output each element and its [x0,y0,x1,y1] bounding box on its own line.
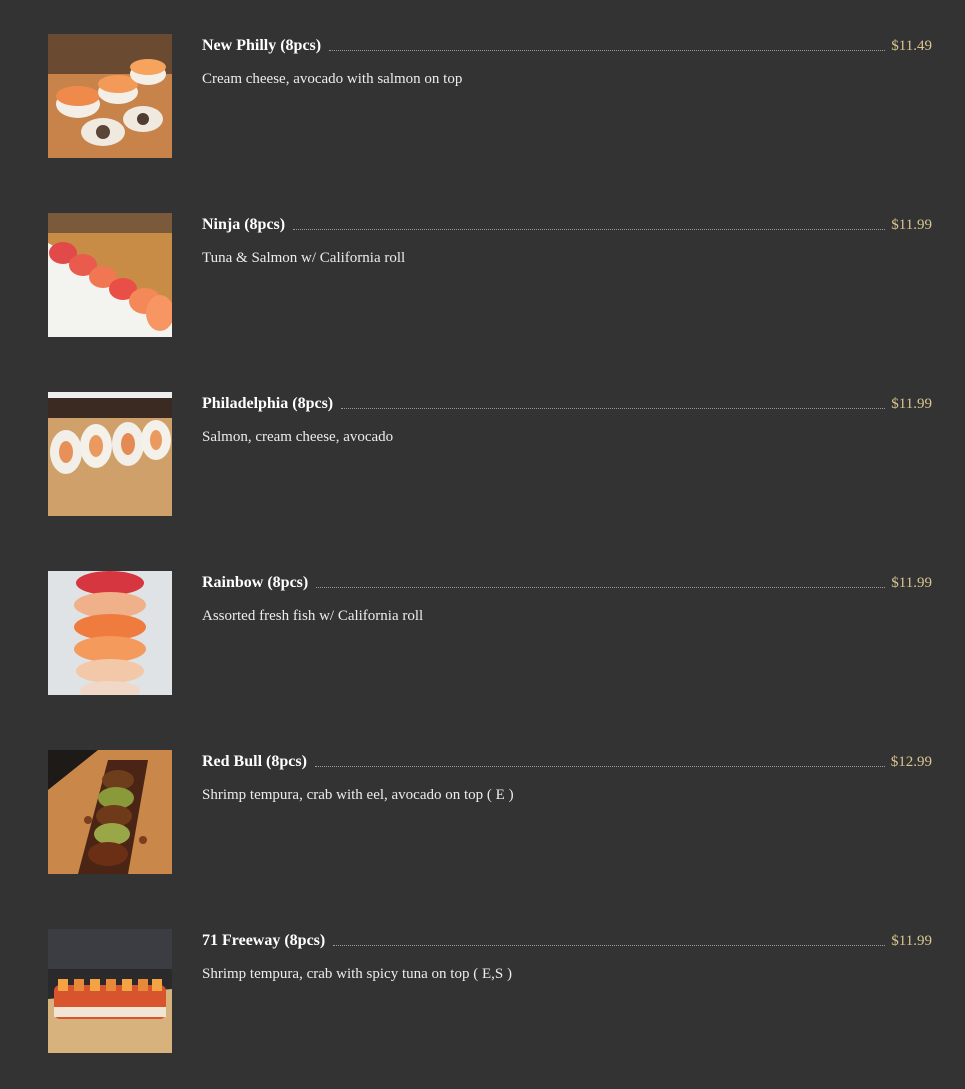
menu-item-title-row: New Philly (8pcs) $11.49 [202,34,932,58]
menu-item[interactable]: Rainbow (8pcs) $11.99 Assorted fresh fis… [48,571,932,695]
menu-item-description: Salmon, cream cheese, avocado [202,429,394,445]
menu-item-title-row: Rainbow (8pcs) $11.99 [202,571,932,595]
dotted-leader [293,228,886,230]
menu-item[interactable]: New Philly (8pcs) $11.49 Cream cheese, a… [48,34,932,158]
menu-item-title-row: Philadelphia (8pcs) $11.99 [202,392,932,416]
menu-item-price: $11.99 [891,575,932,591]
menu-item[interactable]: 71 Freeway (8pcs) $11.99 Shrimp tempura,… [48,929,932,1053]
dotted-leader [314,765,885,767]
menu-item-name[interactable]: Red Bull (8pcs) [202,750,307,774]
menu-item-title-row: Ninja (8pcs) $11.99 [202,213,932,237]
menu-item-info: New Philly (8pcs) $11.49 Cream cheese, a… [202,34,932,88]
menu-item-name[interactable]: Philadelphia (8pcs) [202,392,333,416]
menu-item-description: Shrimp tempura, crab with spicy tuna on … [202,966,512,982]
rainbow-roll-photo[interactable] [48,571,172,695]
new-philly-roll-photo[interactable] [48,34,172,158]
menu-item-description: Cream cheese, avocado with salmon on top [202,71,463,87]
menu-item-title-row: 71 Freeway (8pcs) $11.99 [202,929,932,953]
menu-item-info: Red Bull (8pcs) $12.99 Shrimp tempura, c… [202,750,932,804]
sushi-menu-list: New Philly (8pcs) $11.49 Cream cheese, a… [0,0,965,1089]
red-bull-roll-photo[interactable] [48,750,172,874]
menu-item-title-row: Red Bull (8pcs) $12.99 [202,750,932,774]
menu-item-price: $11.49 [891,38,932,54]
menu-item[interactable]: Ninja (8pcs) $11.99 Tuna & Salmon w/ Cal… [48,213,932,337]
dotted-leader [329,49,886,51]
menu-item-info: Philadelphia (8pcs) $11.99 Salmon, cream… [202,392,932,446]
menu-item-description: Tuna & Salmon w/ California roll [202,250,406,266]
menu-item-info: Ninja (8pcs) $11.99 Tuna & Salmon w/ Cal… [202,213,932,267]
menu-item-name[interactable]: Rainbow (8pcs) [202,571,308,595]
menu-item-name[interactable]: Ninja (8pcs) [202,213,285,237]
menu-item[interactable]: Red Bull (8pcs) $12.99 Shrimp tempura, c… [48,750,932,874]
menu-item[interactable]: Philadelphia (8pcs) $11.99 Salmon, cream… [48,392,932,516]
menu-item-price: $11.99 [891,396,932,412]
dotted-leader [341,407,886,409]
ninja-roll-photo[interactable] [48,213,172,337]
menu-item-description: Shrimp tempura, crab with eel, avocado o… [202,787,514,803]
menu-item-price: $12.99 [890,754,932,770]
menu-item-description: Assorted fresh fish w/ California roll [202,608,424,624]
71-freeway-roll-photo[interactable] [48,929,172,1053]
dotted-leader [333,944,886,946]
menu-item-name[interactable]: New Philly (8pcs) [202,34,321,58]
menu-item-price: $11.99 [891,933,932,949]
menu-item-info: Rainbow (8pcs) $11.99 Assorted fresh fis… [202,571,932,625]
menu-item-price: $11.99 [891,217,932,233]
menu-item-name[interactable]: 71 Freeway (8pcs) [202,929,325,953]
menu-item-info: 71 Freeway (8pcs) $11.99 Shrimp tempura,… [202,929,932,983]
dotted-leader [316,586,886,588]
philadelphia-roll-photo[interactable] [48,392,172,516]
